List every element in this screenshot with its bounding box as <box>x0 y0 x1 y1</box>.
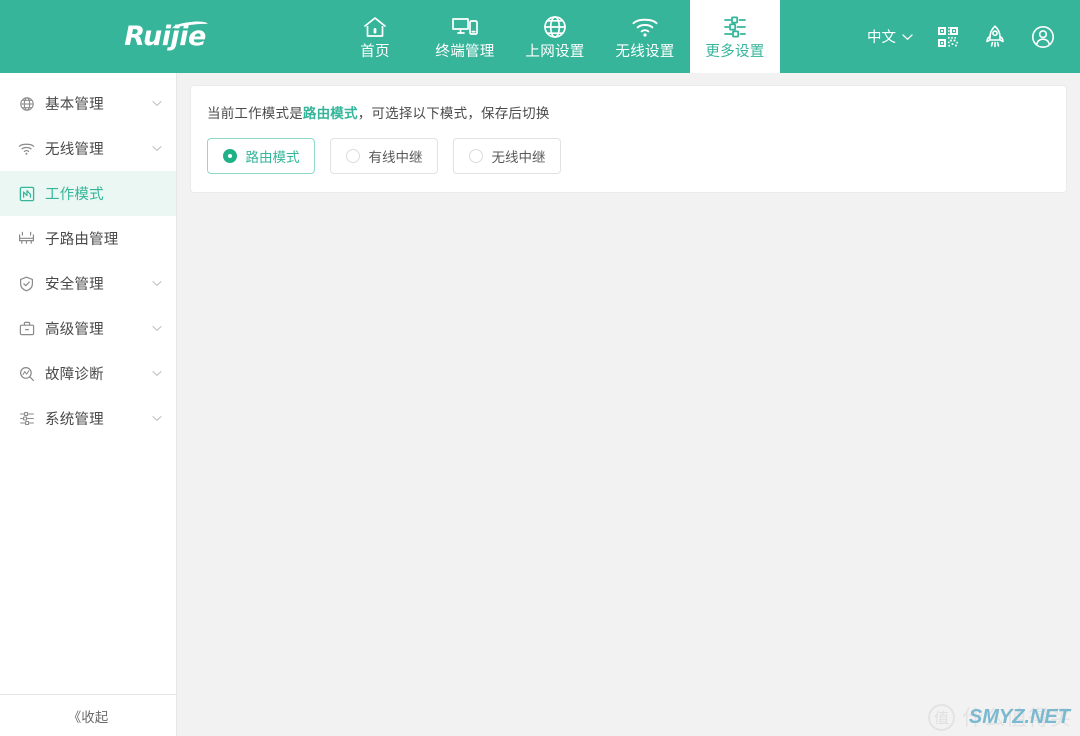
nav-tab-label: 更多设置 <box>705 43 765 60</box>
sidebar-collapse-button[interactable]: 《收起 <box>0 694 176 736</box>
nav-tab-label: 上网设置 <box>525 43 585 60</box>
chevron-down-icon <box>152 325 162 332</box>
magnifier-icon <box>18 365 35 382</box>
rocket-icon[interactable] <box>983 24 1007 49</box>
mode-option-router[interactable]: 路由模式 <box>207 138 315 175</box>
nav-tab-wireless[interactable]: 无线设置 <box>600 0 690 73</box>
sidebar-item-label: 高级管理 <box>45 322 104 338</box>
radio-indicator <box>345 149 360 164</box>
qrcode-icon[interactable] <box>936 25 960 49</box>
sidebar-item-basic-management[interactable]: 基本管理 <box>0 81 176 126</box>
mode-options-row: 路由模式 有线中继 无线中继 <box>207 138 1050 175</box>
nav-tab-internet[interactable]: 上网设置 <box>510 0 600 73</box>
watermark: 值 什么值得买 <box>928 702 1072 732</box>
shield-check-icon <box>18 275 35 292</box>
current-mode-highlight: 路由模式 <box>302 106 358 121</box>
sidebar-item-label: 无线管理 <box>45 142 104 158</box>
header-spacer <box>780 0 867 73</box>
sidebar-item-label: 系统管理 <box>45 412 104 428</box>
watermark-text: 什么值得买 <box>962 707 1072 730</box>
mode-option-label: 有线中继 <box>368 150 423 166</box>
brand-logo-zone: Ruijie <box>0 0 330 73</box>
description-suffix: ，可选择以下模式，保存后切换 <box>357 106 550 121</box>
nav-tab-home[interactable]: 首页 <box>330 0 420 73</box>
ruijie-logo: Ruijie <box>124 19 209 52</box>
chevron-down-icon <box>152 145 162 152</box>
nav-tab-label: 无线设置 <box>615 43 675 60</box>
chevron-down-icon <box>152 100 162 107</box>
briefcase-icon <box>18 320 35 337</box>
collapse-label: 《收起 <box>67 709 109 725</box>
nav-tab-label: 终端管理 <box>435 43 495 60</box>
radio-indicator <box>468 149 483 164</box>
home-icon <box>362 14 388 40</box>
sidebar-item-system-management[interactable]: 系统管理 <box>0 396 176 441</box>
sidebar-item-security-management[interactable]: 安全管理 <box>0 261 176 306</box>
sidebar-item-label: 基本管理 <box>45 97 104 113</box>
sidebar-item-label: 安全管理 <box>45 277 104 293</box>
top-header: Ruijie 首页 终端管理 上网设置 无线设置 更多设置 中文 <box>0 0 1080 73</box>
nav-tab-label: 首页 <box>360 43 390 60</box>
header-actions: 中文 <box>867 0 1080 73</box>
sidebar-item-sub-router-management[interactable]: 子路由管理 <box>0 216 176 261</box>
app-root: Ruijie 首页 终端管理 上网设置 无线设置 更多设置 中文 基本管理 无线… <box>0 0 1080 736</box>
sidebar-item-diagnostics[interactable]: 故障诊断 <box>0 351 176 396</box>
main-content: 当前工作模式是路由模式，可选择以下模式，保存后切换 路由模式 有线中继 无线中继 <box>177 73 1080 736</box>
mode-option-label: 无线中继 <box>491 150 546 166</box>
primary-nav: 首页 终端管理 上网设置 无线设置 更多设置 <box>330 0 780 73</box>
chevron-down-icon <box>902 29 913 45</box>
sidebar-item-label: 故障诊断 <box>45 367 104 383</box>
mode-option-wireless-repeater[interactable]: 无线中继 <box>453 138 561 175</box>
language-selector[interactable]: 中文 <box>867 26 913 47</box>
sliders-icon <box>722 14 748 40</box>
sidebar-item-advanced-management[interactable]: 高级管理 <box>0 306 176 351</box>
sidebar-item-label: 子路由管理 <box>45 232 119 248</box>
work-mode-description: 当前工作模式是路由模式，可选择以下模式，保存后切换 <box>207 104 1050 124</box>
chevron-down-icon <box>152 280 162 287</box>
sliders-icon <box>18 410 35 427</box>
nav-tab-more-settings[interactable]: 更多设置 <box>690 0 780 73</box>
radio-indicator-selected <box>222 149 237 164</box>
description-prefix: 当前工作模式是 <box>207 106 303 121</box>
chevron-down-icon <box>152 370 162 377</box>
chevron-down-icon <box>152 415 162 422</box>
globe-icon <box>18 95 35 112</box>
sub-router-icon <box>18 230 35 247</box>
mode-option-label: 路由模式 <box>245 150 300 166</box>
mode-option-wired-repeater[interactable]: 有线中继 <box>330 138 438 175</box>
watermark-site: SMYZ.NET <box>968 706 1070 728</box>
user-account-icon[interactable] <box>1030 24 1056 50</box>
language-label: 中文 <box>867 30 896 46</box>
body-wrapper: 基本管理 无线管理 工作模式 子路由管理 安全管理 高级管理 故障诊断 系统管理… <box>0 73 1080 736</box>
globe-icon <box>542 14 568 40</box>
work-mode-card: 当前工作模式是路由模式，可选择以下模式，保存后切换 路由模式 有线中继 无线中继 <box>190 85 1067 194</box>
wifi-icon <box>631 14 659 40</box>
sidebar-item-wireless-management[interactable]: 无线管理 <box>0 126 176 171</box>
workmode-icon <box>18 185 35 202</box>
sidebar-menu: 基本管理 无线管理 工作模式 子路由管理 安全管理 高级管理 故障诊断 系统管理 <box>0 73 176 694</box>
wifi-icon <box>18 140 35 157</box>
sidebar-item-label: 工作模式 <box>45 187 104 203</box>
devices-icon <box>451 14 479 40</box>
left-sidebar: 基本管理 无线管理 工作模式 子路由管理 安全管理 高级管理 故障诊断 系统管理… <box>0 73 177 736</box>
watermark-badge-icon: 值 <box>928 703 955 731</box>
sidebar-item-work-mode[interactable]: 工作模式 <box>0 171 176 216</box>
nav-tab-devices[interactable]: 终端管理 <box>420 0 510 73</box>
